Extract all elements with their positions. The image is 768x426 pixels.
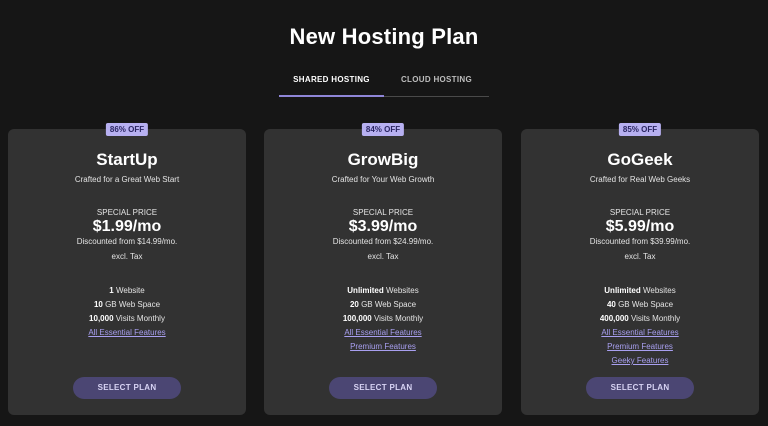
- feature-web-space: 20 GB Web Space: [349, 300, 417, 309]
- plan-tagline: Crafted for Real Web Geeks: [589, 175, 691, 184]
- discount-badge: 86% OFF: [105, 123, 149, 136]
- tax-note: excl. Tax: [111, 252, 143, 261]
- essential-features-link[interactable]: All Essential Features: [521, 326, 759, 340]
- plan-card-startup: 86% OFF StartUp Crafted for a Great Web …: [8, 123, 246, 415]
- premium-features-link[interactable]: Premium Features: [521, 340, 759, 354]
- feature-visits: 100,000 Visits Monthly: [342, 314, 424, 323]
- original-price: Discounted from $24.99/mo.: [332, 237, 434, 246]
- plan-price: $3.99/mo: [348, 218, 418, 235]
- geeky-features-link[interactable]: Geeky Features: [521, 354, 759, 368]
- feature-websites: Unlimited Websites: [347, 286, 419, 295]
- feature-list: 1 Website 10 GB Web Space 10,000 Visits …: [8, 284, 246, 340]
- tax-note: excl. Tax: [624, 252, 656, 261]
- plan-card-growbig: 84% OFF GrowBig Crafted for Your Web Gro…: [264, 123, 502, 415]
- feature-list: Unlimited Websites 20 GB Web Space 100,0…: [264, 284, 502, 354]
- premium-features-link[interactable]: Premium Features: [264, 340, 502, 354]
- select-plan-button[interactable]: SELECT PLAN: [73, 377, 181, 399]
- feature-visits: 400,000 Visits Monthly: [599, 314, 681, 323]
- select-plan-button[interactable]: SELECT PLAN: [586, 377, 694, 399]
- original-price: Discounted from $14.99/mo.: [76, 237, 178, 246]
- feature-websites: Unlimited Websites: [604, 286, 676, 295]
- plan-tagline: Crafted for a Great Web Start: [74, 175, 180, 184]
- feature-websites: 1 Website: [109, 286, 145, 295]
- plan-name: GrowBig: [347, 150, 419, 169]
- discount-badge: 84% OFF: [361, 123, 405, 136]
- plan-name: StartUp: [96, 150, 158, 169]
- tab-cloud-hosting[interactable]: CLOUD HOSTING: [384, 70, 489, 96]
- feature-list: Unlimited Websites 40 GB Web Space 400,0…: [521, 284, 759, 368]
- plan-tagline: Crafted for Your Web Growth: [331, 175, 435, 184]
- special-price-label: SPECIAL PRICE: [96, 208, 158, 217]
- special-price-label: SPECIAL PRICE: [609, 208, 671, 217]
- plan-price: $1.99/mo: [92, 218, 162, 235]
- feature-web-space: 10 GB Web Space: [93, 300, 161, 309]
- feature-web-space: 40 GB Web Space: [606, 300, 674, 309]
- tax-note: excl. Tax: [367, 252, 399, 261]
- plan-price: $5.99/mo: [605, 218, 675, 235]
- hosting-type-tabs: SHARED HOSTING CLOUD HOSTING: [279, 70, 489, 97]
- plan-name: GoGeek: [607, 150, 673, 169]
- original-price: Discounted from $39.99/mo.: [589, 237, 691, 246]
- hosting-plans-page: New Hosting Plan SHARED HOSTING CLOUD HO…: [0, 0, 768, 426]
- essential-features-link[interactable]: All Essential Features: [8, 326, 246, 340]
- discount-badge: 85% OFF: [618, 123, 662, 136]
- tab-shared-hosting[interactable]: SHARED HOSTING: [279, 70, 384, 97]
- special-price-label: SPECIAL PRICE: [352, 208, 414, 217]
- plan-card-gogeek: 85% OFF GoGeek Crafted for Real Web Geek…: [521, 123, 759, 415]
- page-title: New Hosting Plan: [289, 24, 479, 49]
- feature-visits: 10,000 Visits Monthly: [89, 314, 165, 323]
- essential-features-link[interactable]: All Essential Features: [264, 326, 502, 340]
- select-plan-button[interactable]: SELECT PLAN: [329, 377, 437, 399]
